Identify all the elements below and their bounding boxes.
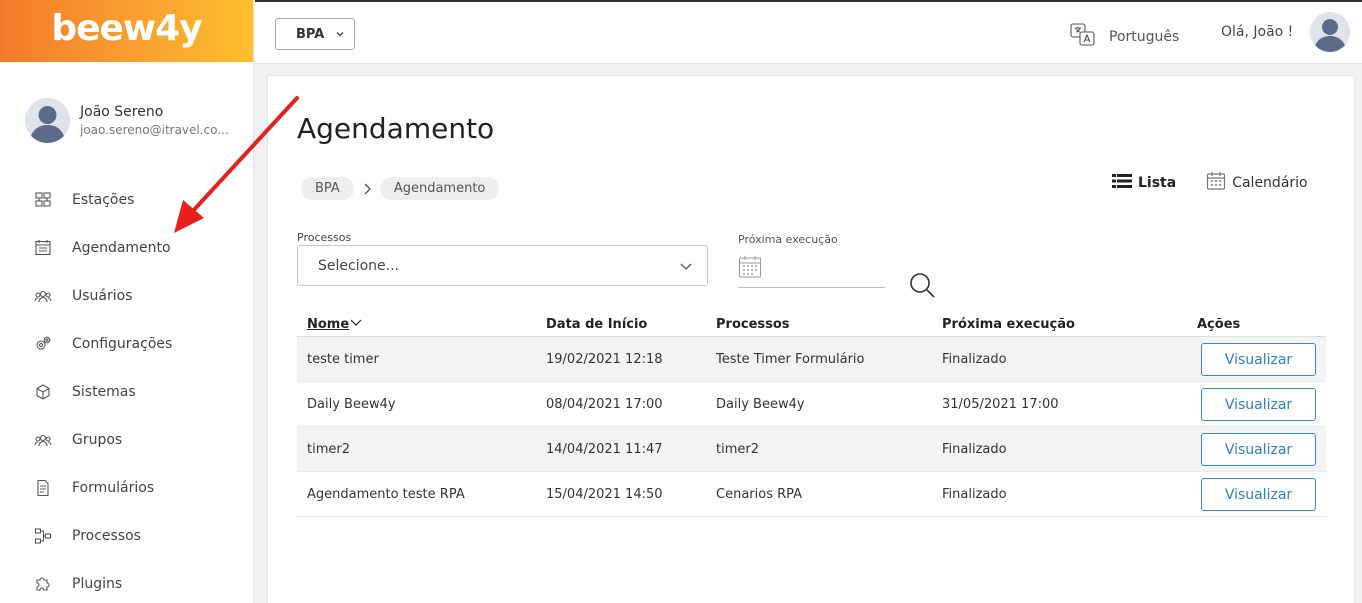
table-row: timer2 14/04/2021 11:47 timer2 Finalizad… bbox=[297, 427, 1326, 472]
top-bar: BPA Português Olá, João ! bbox=[255, 0, 1362, 64]
cell-process: timer2 bbox=[716, 441, 759, 457]
process-filter-label: Processos bbox=[297, 231, 352, 244]
language-switcher[interactable]: Português bbox=[1070, 23, 1179, 51]
calendar-icon bbox=[1206, 171, 1226, 195]
module-select-value: BPA bbox=[296, 26, 325, 42]
view-list-label: Lista bbox=[1138, 175, 1177, 191]
translate-icon bbox=[1070, 23, 1096, 51]
avatar bbox=[25, 98, 70, 143]
view-toggle: Lista Calendário bbox=[1112, 171, 1308, 195]
breadcrumb: BPA Agendamento bbox=[301, 177, 500, 200]
puzzle-icon bbox=[34, 575, 52, 593]
user-greeting: Olá, João ! bbox=[1221, 24, 1294, 40]
cell-start: 15/04/2021 14:50 bbox=[546, 486, 663, 502]
user-avatar-button[interactable] bbox=[1310, 12, 1350, 52]
process-icon bbox=[34, 527, 52, 545]
stations-icon bbox=[34, 191, 52, 209]
column-header-proxima-execucao: Próxima execução bbox=[942, 317, 1075, 332]
sidebar-item-estacoes[interactable]: Estações bbox=[0, 176, 253, 224]
sidebar: beew4y João Sereno joao.sereno@itravel.c… bbox=[0, 0, 254, 603]
calendar-list-icon bbox=[34, 239, 52, 257]
search-button[interactable] bbox=[908, 271, 936, 299]
view-button[interactable]: Visualizar bbox=[1201, 388, 1316, 421]
process-select-value: Selecione... bbox=[318, 257, 399, 274]
view-calendar-label: Calendário bbox=[1232, 175, 1308, 191]
sidebar-item-formularios[interactable]: Formulários bbox=[0, 464, 253, 512]
cell-process: Cenarios RPA bbox=[716, 486, 803, 502]
cell-name: Agendamento teste RPA bbox=[307, 486, 465, 502]
breadcrumb-item-agendamento[interactable]: Agendamento bbox=[379, 177, 500, 200]
cell-name: timer2 bbox=[307, 441, 350, 457]
sidebar-item-label: Grupos bbox=[72, 432, 123, 448]
sidebar-item-usuarios[interactable]: Usuários bbox=[0, 272, 253, 320]
language-label: Português bbox=[1109, 29, 1180, 45]
cell-next: Finalizado bbox=[942, 486, 1007, 502]
form-icon bbox=[34, 479, 52, 497]
chevron-down-icon bbox=[334, 28, 346, 44]
view-list-button[interactable]: Lista bbox=[1112, 172, 1176, 194]
view-button[interactable]: Visualizar bbox=[1201, 433, 1316, 466]
group-icon bbox=[34, 431, 52, 449]
brand-logo[interactable]: beew4y bbox=[51, 8, 202, 49]
cube-icon bbox=[34, 383, 52, 401]
search-icon bbox=[908, 273, 936, 303]
table-header: Nome Data de Início Processos Próxima ex… bbox=[297, 313, 1326, 337]
list-icon bbox=[1112, 172, 1132, 194]
logo-bar: beew4y bbox=[0, 0, 253, 62]
cell-next: 31/05/2021 17:00 bbox=[942, 396, 1059, 412]
table-row: teste timer 19/02/2021 12:18 Teste Timer… bbox=[297, 337, 1326, 382]
sidebar-item-label: Sistemas bbox=[72, 384, 136, 400]
schedule-table: Nome Data de Início Processos Próxima ex… bbox=[297, 313, 1326, 517]
sidebar-item-plugins[interactable]: Plugins bbox=[0, 560, 253, 603]
page-title: Agendamento bbox=[297, 112, 495, 145]
sidebar-item-label: Usuários bbox=[72, 288, 133, 304]
sidebar-item-sistemas[interactable]: Sistemas bbox=[0, 368, 253, 416]
table-row: Daily Beew4y 08/04/2021 17:00 Daily Beew… bbox=[297, 382, 1326, 427]
cell-name: Daily Beew4y bbox=[307, 396, 396, 412]
cell-process: Teste Timer Formulário bbox=[716, 351, 865, 367]
breadcrumb-item-bpa[interactable]: BPA bbox=[301, 177, 354, 200]
column-header-processos: Processos bbox=[716, 317, 790, 332]
next-execution-label: Próxima execução bbox=[738, 233, 838, 246]
sidebar-item-label: Plugins bbox=[72, 576, 123, 592]
sidebar-item-label: Configurações bbox=[72, 336, 173, 352]
view-calendar-button[interactable]: Calendário bbox=[1206, 171, 1308, 195]
sidebar-nav: Estações Agendamento Usuários Configuraç… bbox=[0, 176, 253, 603]
table-row: Agendamento teste RPA 15/04/2021 14:50 C… bbox=[297, 472, 1326, 517]
cell-start: 14/04/2021 11:47 bbox=[546, 441, 663, 457]
user-email: joao.sereno@itravel.co... bbox=[80, 123, 229, 137]
sidebar-item-configuracoes[interactable]: Configurações bbox=[0, 320, 253, 368]
cell-name: teste timer bbox=[307, 351, 379, 367]
sidebar-item-grupos[interactable]: Grupos bbox=[0, 416, 253, 464]
user-profile: João Sereno joao.sereno@itravel.co... bbox=[25, 98, 235, 143]
main-card: Agendamento BPA Agendamento Lista Calend… bbox=[267, 75, 1355, 603]
chevron-down-icon bbox=[349, 317, 363, 332]
view-button[interactable]: Visualizar bbox=[1201, 343, 1316, 376]
view-button[interactable]: Visualizar bbox=[1201, 478, 1316, 511]
sidebar-item-label: Processos bbox=[72, 528, 141, 544]
sidebar-item-label: Agendamento bbox=[72, 240, 171, 256]
cell-start: 08/04/2021 17:00 bbox=[546, 396, 663, 412]
cell-process: Daily Beew4y bbox=[716, 396, 805, 412]
cell-next: Finalizado bbox=[942, 351, 1007, 367]
user-name: João Sereno bbox=[80, 104, 164, 120]
sidebar-item-label: Estações bbox=[72, 192, 135, 208]
calendar-icon bbox=[738, 255, 762, 283]
sidebar-item-label: Formulários bbox=[72, 480, 155, 496]
process-select[interactable]: Selecione... bbox=[297, 245, 708, 286]
column-header-data-inicio: Data de Início bbox=[546, 317, 648, 332]
module-select[interactable]: BPA bbox=[275, 18, 355, 50]
column-header-acoes: Ações bbox=[1197, 317, 1241, 332]
next-execution-date-input[interactable] bbox=[738, 251, 885, 288]
chevron-right-icon bbox=[361, 182, 373, 196]
sidebar-item-processos[interactable]: Processos bbox=[0, 512, 253, 560]
cell-next: Finalizado bbox=[942, 441, 1007, 457]
chevron-down-icon bbox=[679, 259, 693, 277]
sidebar-item-agendamento[interactable]: Agendamento bbox=[0, 224, 253, 272]
cell-start: 19/02/2021 12:18 bbox=[546, 351, 663, 367]
gears-icon bbox=[34, 335, 52, 353]
users-icon bbox=[34, 287, 52, 305]
column-header-nome[interactable]: Nome bbox=[307, 317, 363, 332]
